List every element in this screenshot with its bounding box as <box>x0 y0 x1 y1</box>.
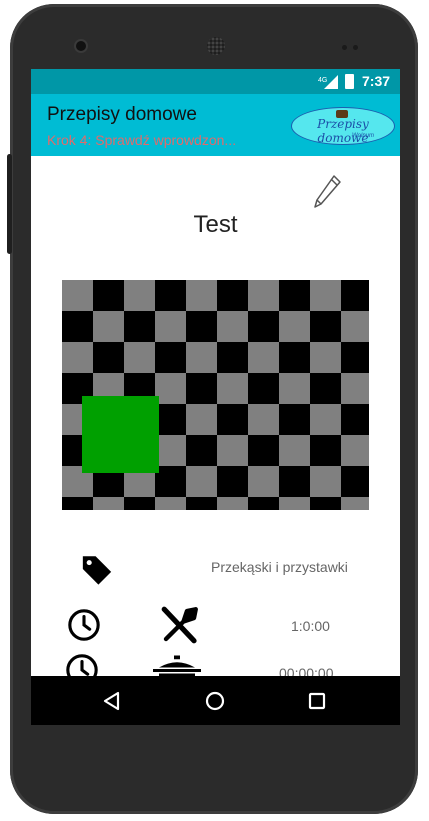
signal-icon: 4G <box>318 75 338 89</box>
step-subtitle: Krok 4: Sprawdź wprowdzon... <box>47 132 237 148</box>
recent-square-icon[interactable] <box>304 688 330 714</box>
back-triangle-icon[interactable] <box>99 688 125 714</box>
earpiece-speaker <box>207 37 225 55</box>
clock-time: 7:37 <box>362 73 391 89</box>
app-title: Przepisy domowe <box>47 104 197 125</box>
navigation-bar <box>31 676 400 725</box>
home-circle-icon[interactable] <box>202 688 228 714</box>
network-type: 4G <box>318 77 327 84</box>
fork-knife-icon <box>161 606 198 644</box>
app-screen: 4G 7:37 Przepisy domowe Krok 4: Sprawdź … <box>31 69 400 725</box>
power-button <box>7 154 12 254</box>
logo-text: Przepisy domowe <box>317 117 369 145</box>
prep-time-value: 1:0:00 <box>291 618 330 634</box>
app-logo: Przepisy domowe Wolnum <box>291 107 395 145</box>
recipe-image[interactable] <box>62 280 369 510</box>
pencil-icon[interactable] <box>312 174 342 210</box>
status-bar: 4G 7:37 <box>31 69 400 94</box>
clock-icon <box>68 609 100 641</box>
tag-icon <box>82 556 112 585</box>
logo-subtext: Wolnum <box>352 133 375 139</box>
image-green-square <box>82 396 159 473</box>
proximity-sensor <box>342 45 347 50</box>
category-label: Przekąski i przystawki <box>211 559 348 575</box>
app-bar: Przepisy domowe Krok 4: Sprawdź wprowdzo… <box>31 94 400 156</box>
battery-icon <box>345 74 354 89</box>
light-sensor <box>353 45 358 50</box>
front-camera <box>76 41 86 51</box>
recipe-title: Test <box>193 211 238 238</box>
